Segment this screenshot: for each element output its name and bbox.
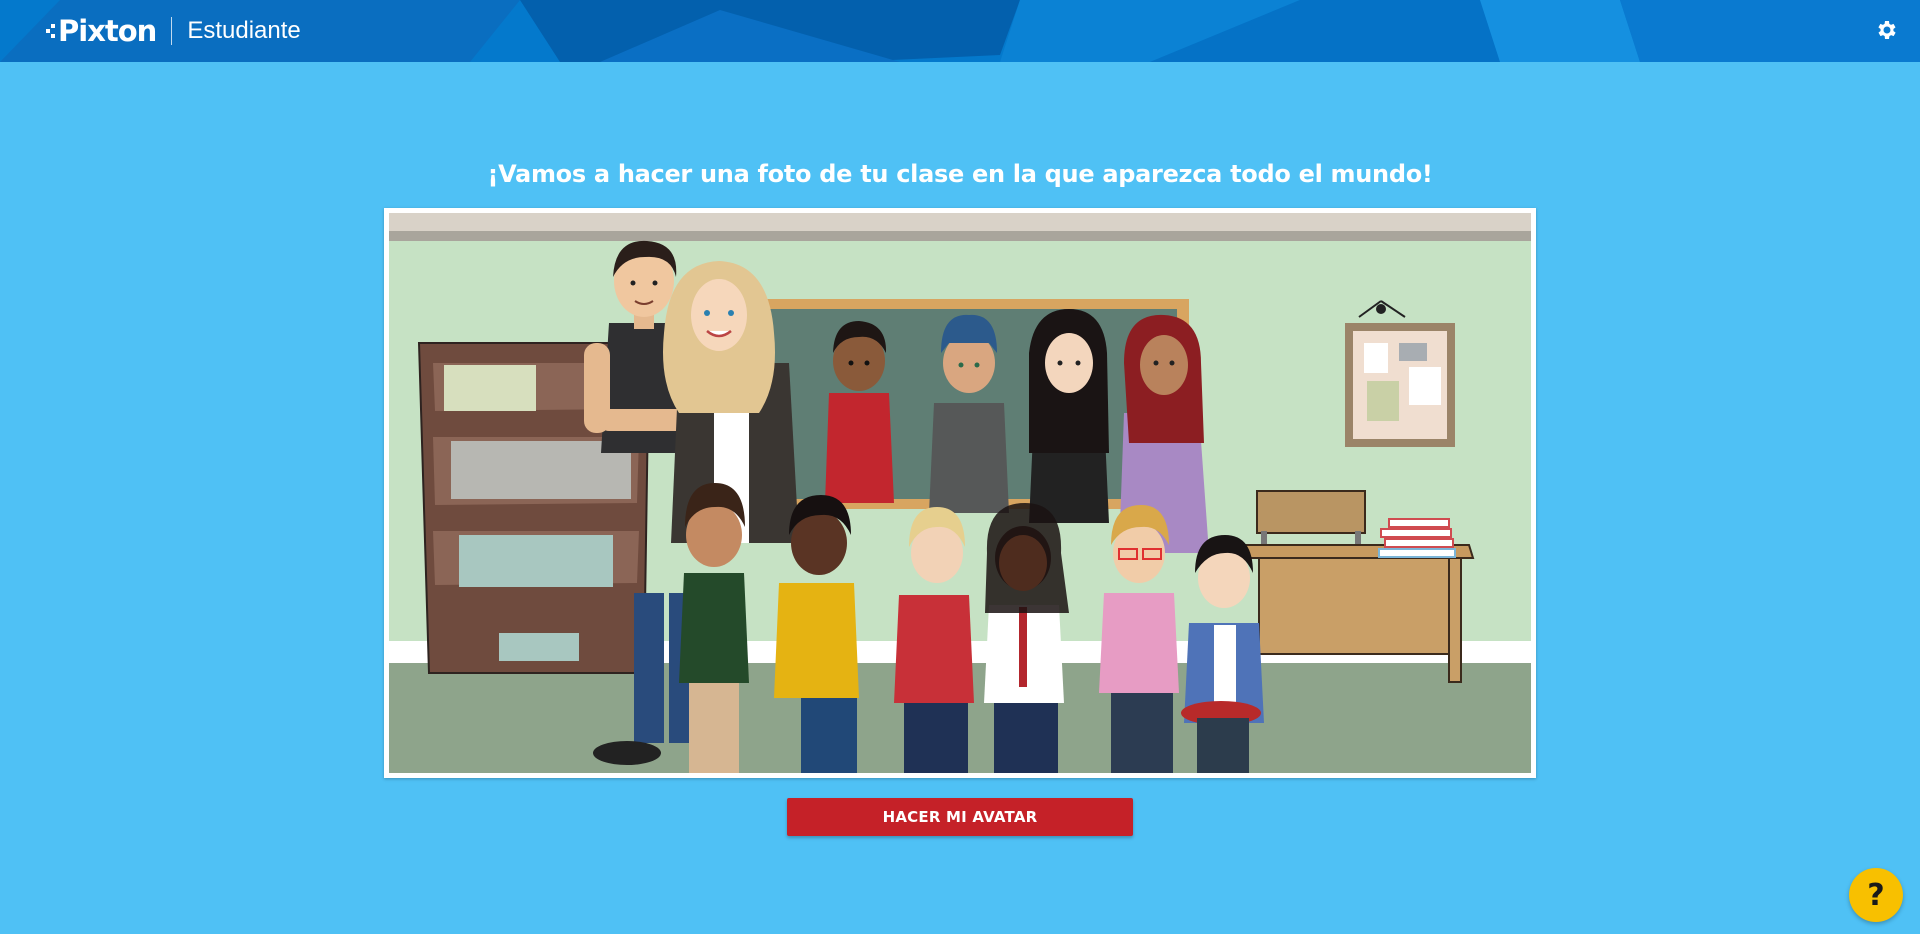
student-figure [1029, 309, 1109, 523]
class-photo-frame [384, 208, 1536, 778]
settings-gear-icon[interactable] [1874, 18, 1898, 42]
student-figure [984, 503, 1069, 773]
pixton-logo-mark [46, 22, 56, 40]
brand-divider [171, 17, 173, 45]
role-label: Estudiante [187, 17, 301, 44]
help-icon: ? [1867, 877, 1885, 913]
logo-text: Pixton [58, 14, 157, 48]
page-headline: ¡Vamos a hacer una foto de tu clase en l… [487, 160, 1433, 188]
student-figure [679, 483, 749, 773]
pixton-logo[interactable]: Pixton Estudiante [46, 12, 301, 50]
help-button[interactable]: ? [1849, 868, 1903, 922]
top-bar: Pixton Estudiante [0, 0, 1920, 62]
class-photo-illustration [389, 213, 1531, 773]
make-avatar-button[interactable]: HACER MI AVATAR [787, 798, 1133, 836]
student-figure [825, 321, 894, 503]
